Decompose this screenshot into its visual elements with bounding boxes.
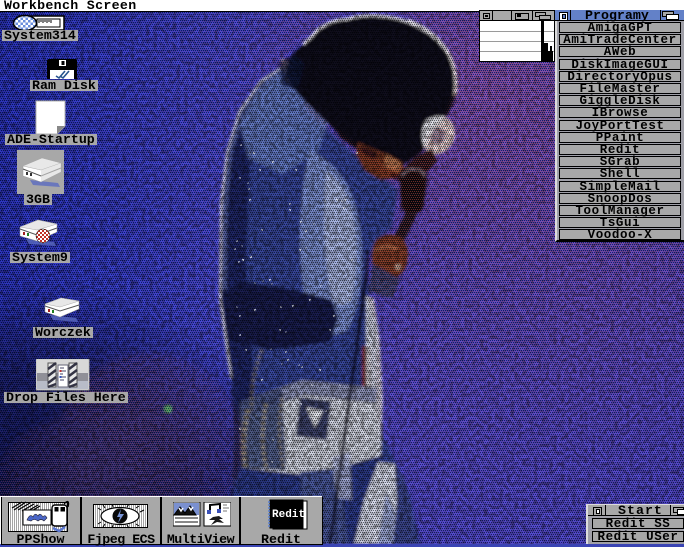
- svg-text:Redit: Redit: [272, 509, 305, 521]
